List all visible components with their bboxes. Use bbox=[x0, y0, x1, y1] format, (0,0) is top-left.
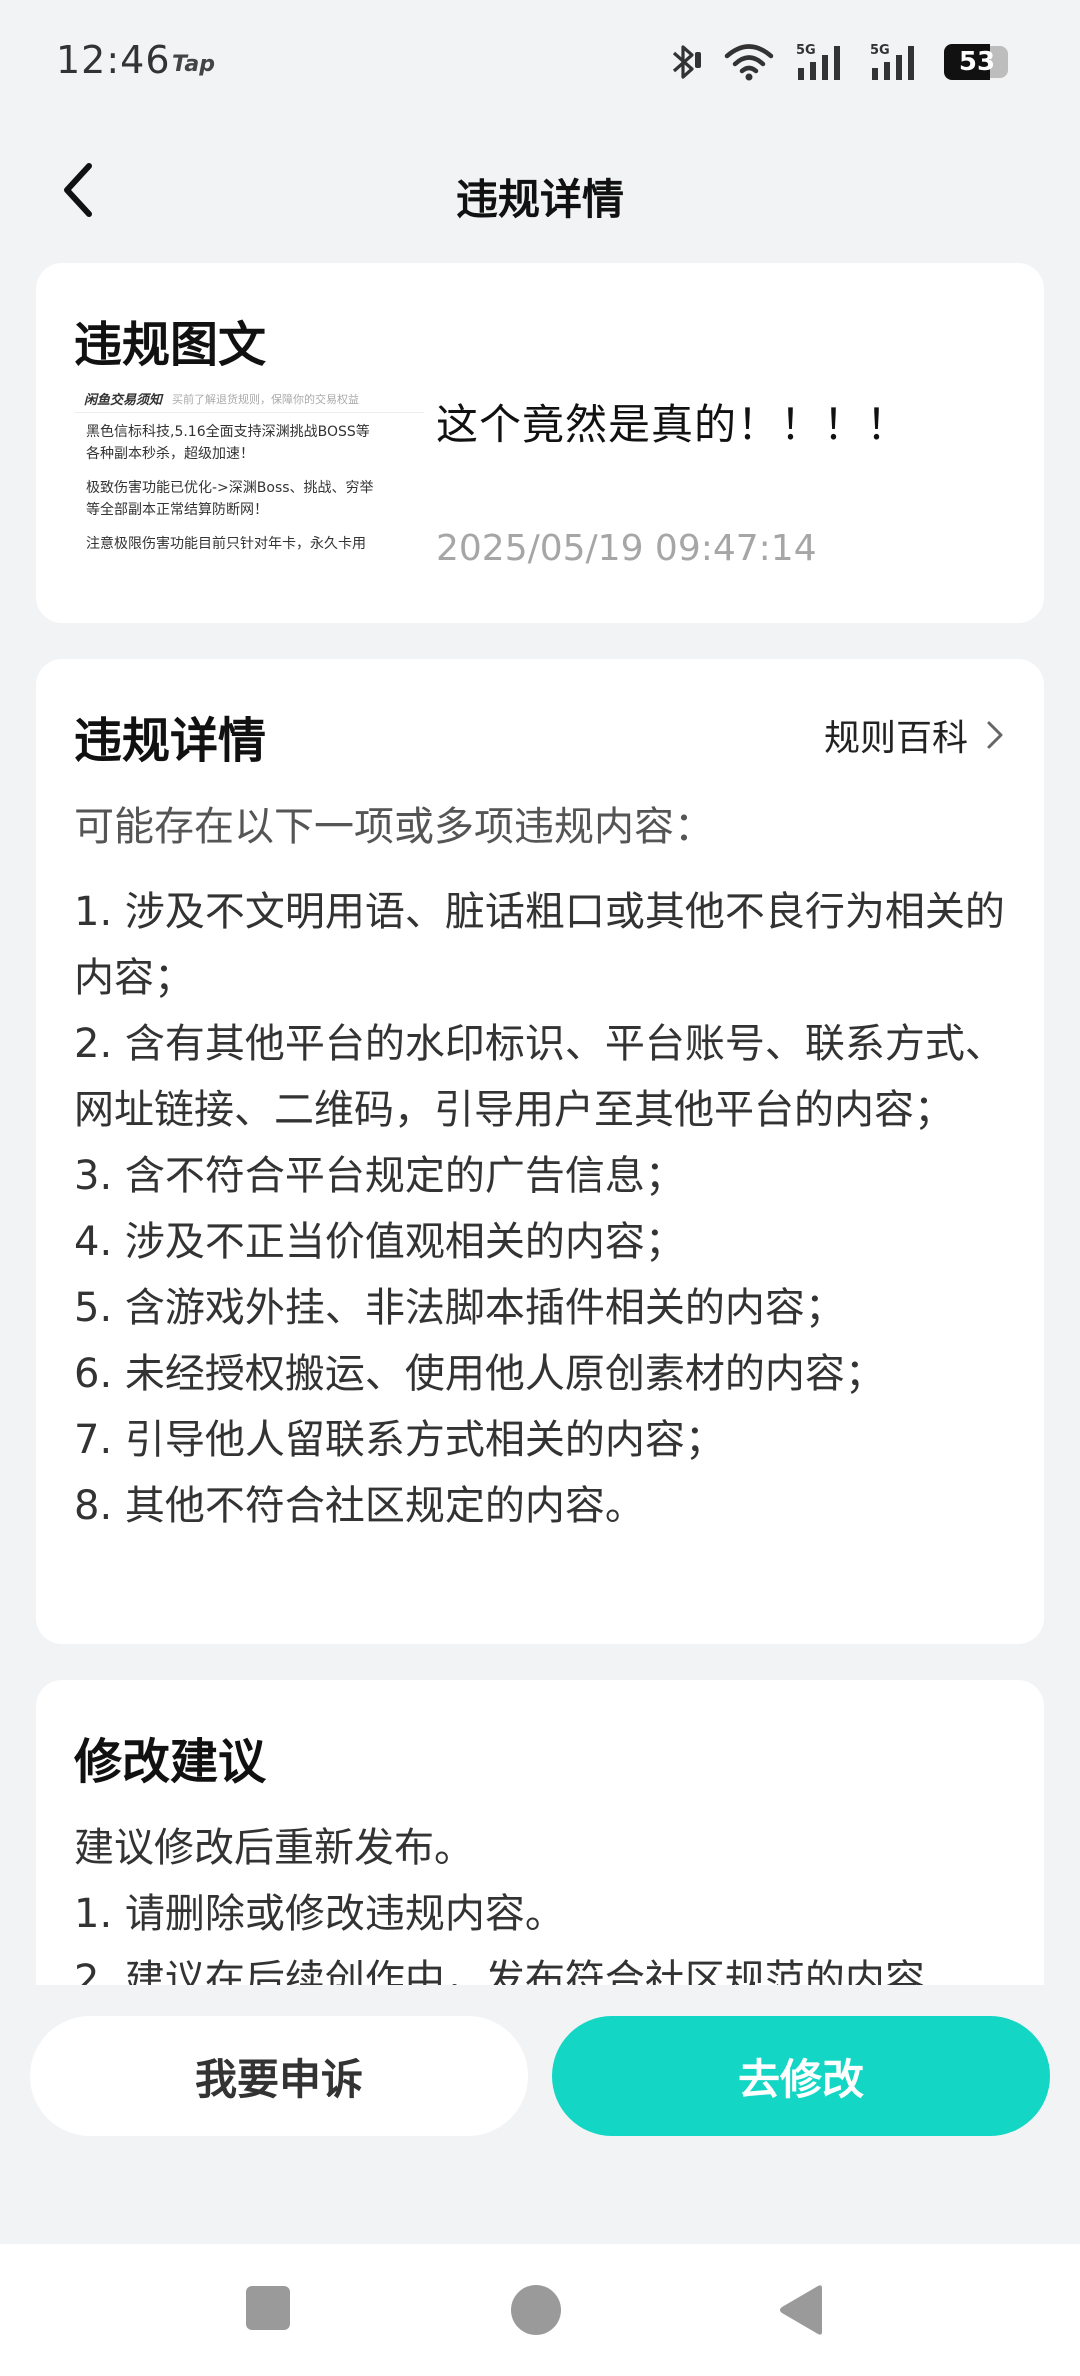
post-timestamp: 2025/05/19 09:47:14 bbox=[436, 528, 817, 569]
triangle-back-icon bbox=[780, 2285, 822, 2335]
modify-button[interactable]: 去修改 bbox=[552, 2016, 1050, 2136]
system-back-button[interactable] bbox=[776, 2284, 826, 2340]
thumbnail-line: 注意极限伤害功能目前只针对年卡，永久卡用 bbox=[86, 536, 366, 552]
tap-app-icon: Tap bbox=[172, 52, 215, 77]
status-icons: 5G 5G 53 bbox=[668, 40, 1010, 84]
violating-post-card: 违规图文 闲鱼交易须知 买前了解退货规则，保障你的交易权益 黑色信标科技,5.1… bbox=[36, 263, 1044, 623]
thumbnail-body: 黑色信标科技,5.16全面支持深渊挑战BOSS等 各种副本秒杀，超级加速！ 极致… bbox=[74, 413, 424, 563]
nav-bar: 违规详情 bbox=[0, 140, 1080, 240]
status-time: 12:46 bbox=[56, 38, 171, 82]
post-card-title: 违规图文 bbox=[74, 317, 267, 373]
thumbnail-line: 黑色信标科技,5.16全面支持深渊挑战BOSS等 bbox=[86, 424, 370, 440]
suggestion-line: 1. 请删除或修改违规内容。 bbox=[74, 1891, 565, 1937]
battery-icon: 53 bbox=[944, 44, 1010, 80]
rules-link-label: 规则百科 bbox=[823, 718, 968, 759]
violation-list: 1. 涉及不文明用语、脏话粗口或其他不良行为相关的内容； 2. 含有其他平台的水… bbox=[74, 879, 1024, 1539]
rules-encyclopedia-link[interactable]: 规则百科 bbox=[824, 709, 1004, 761]
violation-item: 8. 其他不符合社区规定的内容。 bbox=[74, 1483, 645, 1529]
violation-item: 7. 引导他人留联系方式相关的内容； bbox=[74, 1417, 725, 1463]
circle-icon bbox=[511, 2285, 561, 2335]
thumbnail-line: 极致伤害功能已优化->深渊Boss、挑战、穷举 bbox=[86, 480, 374, 496]
svg-text:5G: 5G bbox=[870, 43, 890, 58]
page-title: 违规详情 bbox=[455, 175, 624, 224]
violation-item: 3. 含不符合平台规定的广告信息； bbox=[74, 1153, 685, 1199]
suggestion-list: 建议修改后重新发布。 1. 请删除或修改违规内容。 2. 建议在后续创作中，发布… bbox=[74, 1815, 1024, 1985]
violation-item: 2. 含有其他平台的水印标识、平台账号、联系方式、网址链接、二维码，引导用户至其… bbox=[74, 1021, 1005, 1133]
thumbnail-tip: 买前了解退货规则，保障你的交易权益 bbox=[172, 392, 360, 406]
signal-5g-icon-2: 5G bbox=[870, 42, 922, 82]
violation-item: 4. 涉及不正当价值观相关的内容； bbox=[74, 1219, 685, 1265]
chevron-right-icon bbox=[987, 721, 1003, 749]
square-icon bbox=[246, 2286, 290, 2330]
thumbnail-logo: 闲鱼交易须知 bbox=[84, 393, 163, 408]
violation-item: 5. 含游戏外挂、非法脚本插件相关的内容； bbox=[74, 1285, 845, 1331]
recent-apps-button[interactable] bbox=[244, 2284, 292, 2336]
wifi-icon bbox=[724, 43, 774, 81]
thumbnail-line: 各种副本秒杀，超级加速！ bbox=[86, 446, 254, 462]
violation-details-card: 违规详情 规则百科 可能存在以下一项或多项违规内容： 1. 涉及不文明用语、脏话… bbox=[36, 659, 1044, 1644]
battery-level: 53 bbox=[958, 47, 996, 77]
bluetooth-icon bbox=[668, 42, 702, 82]
details-intro: 可能存在以下一项或多项违规内容： bbox=[74, 804, 714, 850]
status-bar: 12:46 Tap 5G 5G 53 bbox=[0, 0, 1080, 130]
thumbnail-line: 等全部副本正常结算防断网！ bbox=[86, 502, 268, 518]
suggestion-card-title: 修改建议 bbox=[74, 1734, 267, 1790]
suggestion-line: 建议修改后重新发布。 bbox=[74, 1825, 474, 1871]
suggestion-line: 2. 建议在后续创作中，发布符合社区规范的内容 bbox=[74, 1957, 925, 1985]
signal-5g-icon: 5G bbox=[796, 42, 848, 82]
svg-text:5G: 5G bbox=[796, 43, 816, 58]
thumbnail-header: 闲鱼交易须知 买前了解退货规则，保障你的交易权益 bbox=[74, 385, 424, 413]
post-thumbnail[interactable]: 闲鱼交易须知 买前了解退货规则，保障你的交易权益 黑色信标科技,5.16全面支持… bbox=[74, 385, 424, 595]
system-nav-bar bbox=[0, 2244, 1080, 2376]
suggestion-card: 修改建议 建议修改后重新发布。 1. 请删除或修改违规内容。 2. 建议在后续创… bbox=[36, 1680, 1044, 1985]
appeal-button[interactable]: 我要申诉 bbox=[30, 2016, 528, 2136]
post-text: 这个竟然是真的！！！！ bbox=[436, 400, 910, 449]
violation-item: 1. 涉及不文明用语、脏话粗口或其他不良行为相关的内容； bbox=[74, 889, 1005, 1001]
violation-item: 6. 未经授权搬运、使用他人原创素材的内容； bbox=[74, 1351, 885, 1397]
home-button[interactable] bbox=[510, 2284, 562, 2340]
details-card-title: 违规详情 bbox=[74, 713, 267, 769]
